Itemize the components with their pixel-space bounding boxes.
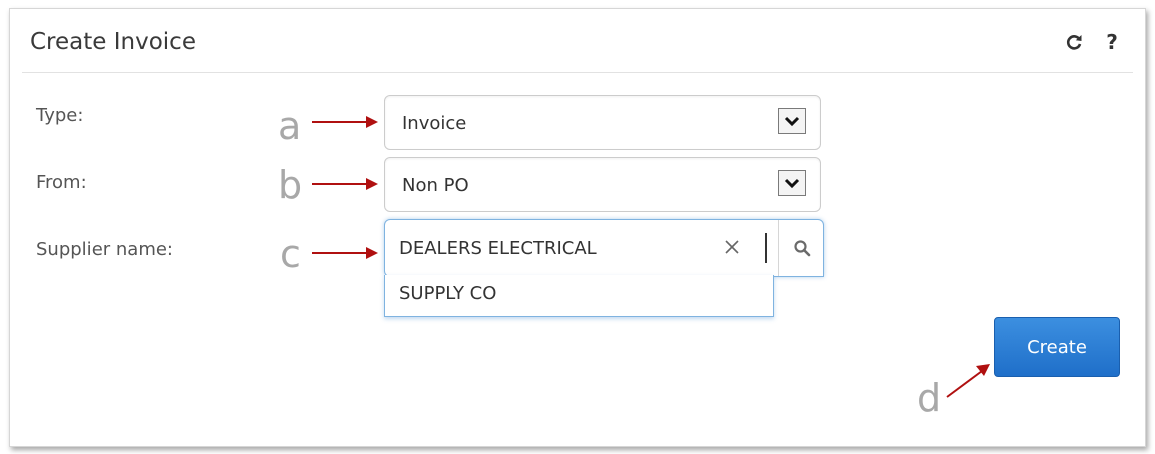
supplier-name-label: Supplier name: <box>36 239 173 260</box>
supplier-name-overflow[interactable]: SUPPLY CO <box>384 275 774 317</box>
panel-header: Create Invoice ? <box>10 9 1145 75</box>
type-select[interactable]: Invoice <box>384 95 821 150</box>
text-cursor <box>765 233 767 263</box>
annotation-arrow-a <box>312 116 378 128</box>
annotation-b: b <box>278 163 303 207</box>
annotation-d: d <box>917 376 942 420</box>
header-divider <box>22 72 1133 73</box>
supplier-name-value[interactable]: DEALERS ELECTRICAL <box>399 238 597 259</box>
from-label: From: <box>36 172 87 193</box>
create-button[interactable]: Create <box>994 317 1120 377</box>
annotation-a: a <box>278 104 302 148</box>
clear-icon[interactable] <box>720 234 744 260</box>
search-icon[interactable] <box>778 220 824 276</box>
supplier-name-value-continued: SUPPLY CO <box>399 283 497 304</box>
annotation-c: c <box>280 232 301 276</box>
supplier-name-field[interactable]: DEALERS ELECTRICAL <box>384 219 824 277</box>
from-select[interactable]: Non PO <box>384 157 821 212</box>
page-title: Create Invoice <box>30 29 196 55</box>
refresh-icon[interactable] <box>1062 29 1086 55</box>
from-select-value: Non PO <box>402 175 469 196</box>
chevron-down-icon[interactable] <box>778 108 806 134</box>
help-icon[interactable]: ? <box>1100 29 1124 55</box>
type-label: Type: <box>36 105 84 126</box>
annotation-arrow-c <box>312 247 378 259</box>
annotation-arrow-b <box>312 178 378 190</box>
create-invoice-panel: Create Invoice ? Type: From: Supplier na… <box>9 8 1146 447</box>
type-select-value: Invoice <box>402 113 467 134</box>
chevron-down-icon[interactable] <box>778 170 806 196</box>
annotation-arrow-d <box>946 364 990 398</box>
